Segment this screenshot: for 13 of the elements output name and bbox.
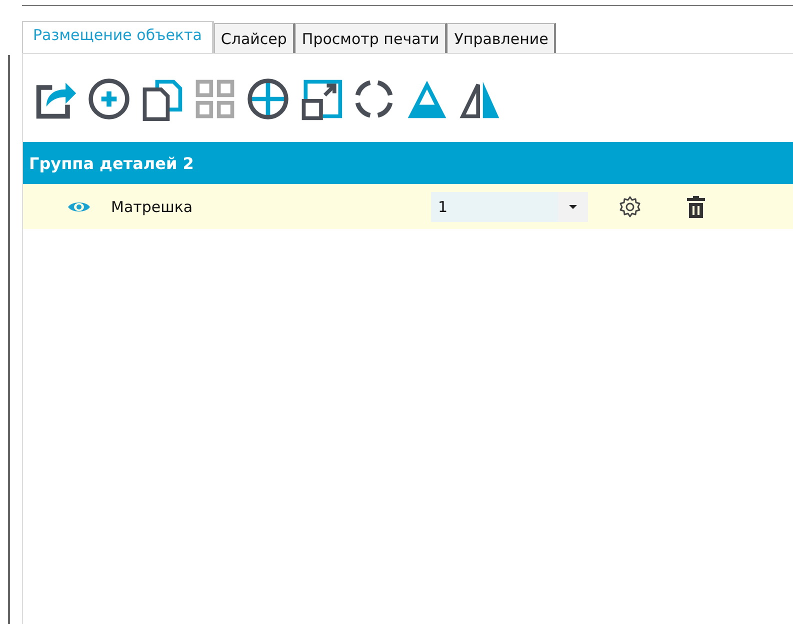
plus-circle-icon[interactable] — [86, 76, 132, 122]
tab[interactable]: Управление — [447, 23, 556, 53]
trash-icon[interactable] — [686, 194, 706, 218]
tab[interactable]: Слайсер — [214, 23, 295, 53]
group-title: Группа деталей 2 — [29, 154, 194, 172]
caret-icon — [569, 204, 577, 208]
crosshair-icon[interactable] — [245, 76, 291, 122]
list-row[interactable]: Матрешка 1 — [23, 184, 793, 229]
eye-icon[interactable] — [67, 200, 91, 214]
count-dropdown[interactable]: 1 — [431, 192, 588, 222]
tab[interactable]: Просмотр печати — [294, 23, 448, 53]
item-name: Матрешка — [111, 198, 194, 216]
settings-icon[interactable] — [618, 194, 642, 218]
